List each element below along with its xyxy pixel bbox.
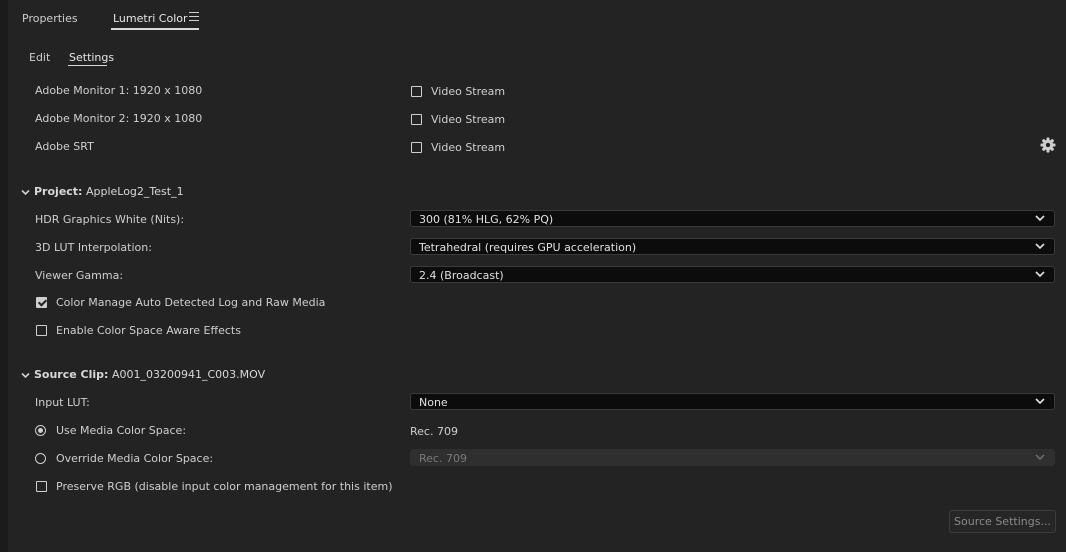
project-heading: Project:: [34, 185, 83, 198]
override-media-color-space-label: Override Media Color Space:: [56, 452, 214, 465]
tab-lumetri-color[interactable]: Lumetri Color: [113, 12, 188, 25]
chevron-down-icon: [21, 189, 30, 195]
gear-icon[interactable]: [1040, 137, 1056, 153]
source-clip-section-header[interactable]: Source Clip: A001_03200941_C003.MOV: [21, 368, 265, 381]
color-space-aware-checkbox[interactable]: [36, 325, 47, 336]
preserve-rgb-label: Preserve RGB (disable input color manage…: [56, 480, 393, 493]
project-name: AppleLog2_Test_1: [85, 185, 184, 198]
hdr-white-dropdown[interactable]: 300 (81% HLG, 62% PQ): [410, 210, 1055, 227]
lut-interpolation-dropdown[interactable]: Tetrahedral (requires GPU acceleration): [410, 238, 1055, 255]
monitor-2-label: Adobe Monitor 2: 1920 x 1080: [35, 112, 203, 125]
monitor-2-video-stream-label: Video Stream: [431, 113, 506, 126]
lut-interpolation-value: Tetrahedral (requires GPU acceleration): [419, 241, 637, 254]
use-media-color-space-radio[interactable]: [35, 425, 46, 436]
source-clip-name: A001_03200941_C003.MOV: [111, 368, 266, 381]
source-clip-heading: Source Clip:: [34, 368, 109, 381]
color-space-aware-label: Enable Color Space Aware Effects: [56, 324, 241, 337]
srt-label: Adobe SRT: [35, 140, 94, 153]
media-color-space-value: Rec. 709: [410, 425, 458, 438]
source-settings-button[interactable]: Source Settings...: [949, 510, 1056, 533]
subtab-edit[interactable]: Edit: [29, 51, 50, 64]
hdr-white-label: HDR Graphics White (Nits):: [35, 213, 185, 226]
chevron-down-icon: [1035, 271, 1045, 278]
input-lut-dropdown[interactable]: None: [410, 393, 1055, 410]
lut-interpolation-label: 3D LUT Interpolation:: [35, 241, 152, 254]
viewer-gamma-dropdown[interactable]: 2.4 (Broadcast): [410, 266, 1055, 283]
srt-video-stream-label: Video Stream: [431, 141, 506, 154]
srt-video-stream-checkbox[interactable]: [411, 142, 422, 153]
viewer-gamma-label: Viewer Gamma:: [35, 269, 124, 282]
input-lut-value: None: [419, 396, 448, 409]
project-section-header[interactable]: Project: AppleLog2_Test_1: [21, 185, 184, 198]
window-edge: [0, 0, 8, 552]
monitor-1-video-stream-checkbox[interactable]: [411, 86, 422, 97]
monitor-2-video-stream-checkbox[interactable]: [411, 114, 422, 125]
chevron-down-icon: [1035, 398, 1045, 405]
active-tab-indicator: [111, 28, 199, 30]
subtab-settings[interactable]: Settings: [69, 51, 114, 64]
override-media-color-space-radio[interactable]: [35, 453, 46, 464]
hdr-white-value: 300 (81% HLG, 62% PQ): [419, 213, 554, 226]
override-color-space-value: Rec. 709: [419, 452, 467, 465]
auto-detect-log-label: Color Manage Auto Detected Log and Raw M…: [56, 296, 326, 309]
monitor-1-video-stream-label: Video Stream: [431, 85, 506, 98]
override-color-space-dropdown: Rec. 709: [410, 449, 1055, 466]
preserve-rgb-checkbox[interactable]: [36, 481, 47, 492]
input-lut-label: Input LUT:: [35, 396, 90, 409]
monitor-1-label: Adobe Monitor 1: 1920 x 1080: [35, 84, 203, 97]
use-media-color-space-label: Use Media Color Space:: [56, 424, 187, 437]
viewer-gamma-value: 2.4 (Broadcast): [419, 269, 504, 282]
active-subtab-indicator: [68, 65, 107, 66]
lumetri-settings-panel: Properties Lumetri Color Edit Settings A…: [8, 0, 1066, 552]
chevron-down-icon: [1035, 243, 1045, 250]
panel-tab-bar: Properties Lumetri Color: [8, 0, 1066, 40]
tab-properties[interactable]: Properties: [22, 12, 78, 25]
chevron-down-icon: [21, 372, 30, 378]
hamburger-icon[interactable]: [189, 12, 199, 21]
chevron-down-icon: [1035, 454, 1045, 461]
auto-detect-log-checkbox[interactable]: [36, 297, 47, 308]
chevron-down-icon: [1035, 215, 1045, 222]
